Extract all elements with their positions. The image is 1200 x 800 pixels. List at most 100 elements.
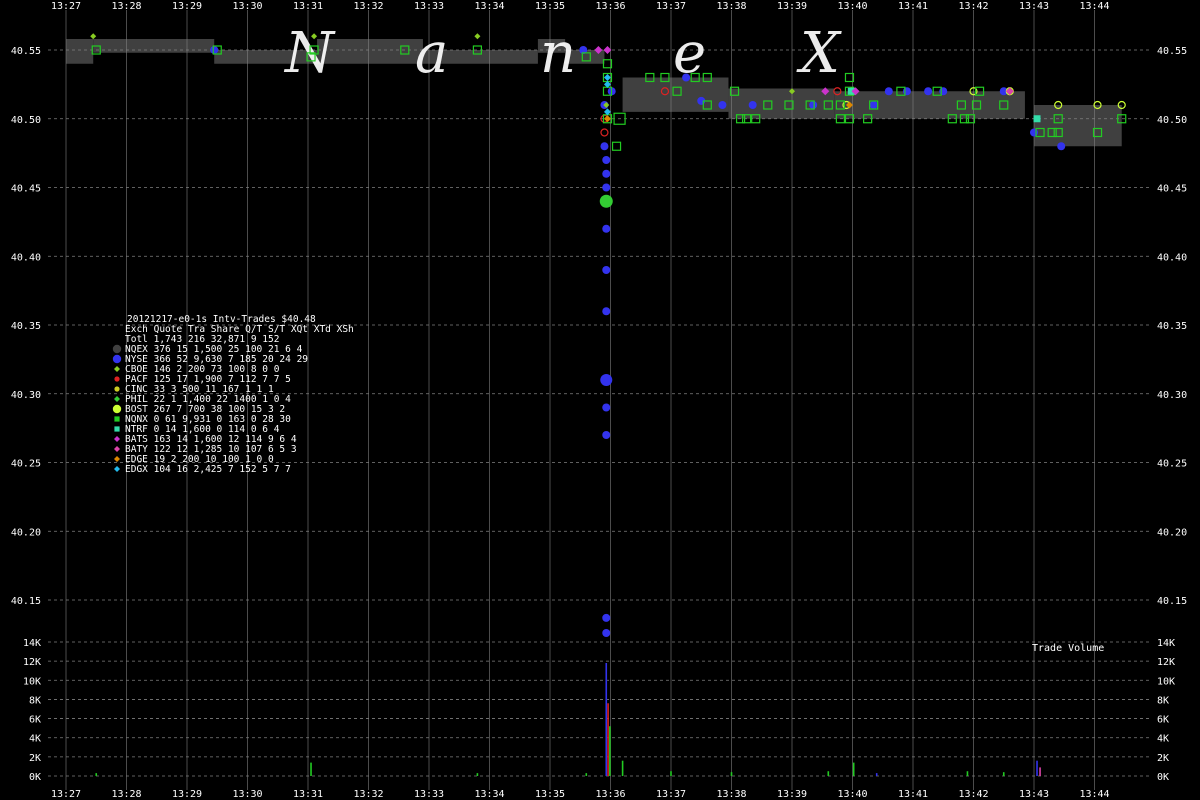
trade-point-nyse — [809, 101, 818, 109]
time-tick-label-bottom: 13:28 — [111, 789, 141, 800]
trade-point-nyse — [718, 101, 727, 109]
time-tick-label-top: 13:31 — [293, 1, 323, 12]
time-tick-label-bottom: 13:42 — [958, 789, 988, 800]
time-tick-label-top: 13:29 — [172, 1, 202, 12]
time-tick-label-bottom: 13:41 — [898, 789, 928, 800]
legend-marker — [114, 436, 120, 442]
trade-point-nyse — [1030, 128, 1038, 137]
time-tick-label-top: 13:40 — [837, 1, 867, 12]
trade-point-nyse — [602, 307, 611, 316]
time-tick-label-bottom: 13:40 — [837, 789, 867, 800]
legend-marker — [114, 396, 120, 402]
trade-point-phil — [599, 194, 613, 208]
trade-point-nyse — [602, 169, 611, 178]
price-tick-label-right: 40.40 — [1157, 252, 1187, 263]
price-tick-label-right: 40.45 — [1157, 184, 1187, 195]
time-tick-label-top: 13:39 — [777, 1, 807, 12]
nbbo-bands — [66, 39, 1122, 147]
trade-point-nyse — [924, 87, 933, 96]
price-tick-label-left: 40.50 — [11, 115, 41, 126]
price-tick-label-right: 40.55 — [1157, 46, 1187, 57]
time-tick-label-bottom: 13:43 — [1019, 789, 1049, 800]
time-tick-label-bottom: 13:34 — [474, 789, 504, 800]
price-tick-label-left: 40.40 — [11, 252, 41, 263]
nbbo-band — [1034, 105, 1122, 147]
time-tick-label-bottom: 13:31 — [293, 789, 323, 800]
volume-tick-label-right: 2K — [1157, 753, 1169, 764]
trade-point-nyse — [602, 266, 611, 274]
price-tick-label-right: 40.30 — [1157, 390, 1187, 401]
time-tick-label-bottom: 13:27 — [51, 789, 81, 800]
volume-tick-label-left: 2K — [29, 753, 41, 764]
nbbo-band — [834, 91, 1025, 119]
trade-point-nyse — [884, 87, 893, 96]
watermark-letter: n — [540, 21, 576, 86]
price-tick-label-right: 40.25 — [1157, 459, 1187, 470]
trade-point-nyse — [902, 87, 911, 96]
legend-marker — [114, 386, 120, 392]
legend-marker — [114, 366, 120, 372]
time-tick-label-bottom: 13:37 — [656, 789, 686, 800]
legend-marker — [112, 344, 122, 354]
price-tick-label-right: 40.50 — [1157, 115, 1187, 126]
trade-point-edge — [603, 115, 611, 123]
price-tick-label-left: 40.15 — [11, 596, 41, 607]
time-tick-label-bottom: 13:39 — [777, 789, 807, 800]
trade-point-nyse — [869, 101, 878, 109]
volume-tick-label-right: 10K — [1157, 676, 1175, 687]
volume-tick-label-right: 6K — [1157, 715, 1169, 726]
trade-point-pacf — [600, 128, 609, 137]
time-tick-label-bottom: 13:30 — [232, 789, 262, 800]
price-tick-label-left: 40.45 — [11, 184, 41, 195]
price-tick-label-right: 40.15 — [1157, 596, 1187, 607]
time-tick-label-top: 13:44 — [1079, 1, 1109, 12]
trade-point-nyse — [602, 156, 611, 164]
trade-point-nyse — [682, 73, 691, 82]
legend-marker — [114, 426, 120, 432]
nbbo-band — [66, 39, 94, 64]
legend-marker — [114, 466, 120, 472]
volume-tick-label-left: 12K — [23, 657, 41, 668]
volume-tick-label-left: 8K — [29, 695, 41, 706]
trade-volume-label: Trade Volume — [1032, 643, 1104, 654]
volume-tick-label-right: 14K — [1157, 638, 1175, 649]
legend-marker — [114, 456, 120, 462]
trade-point-nyse — [600, 374, 613, 386]
trade-point-nyse — [602, 183, 611, 192]
trade-point-nyse — [602, 431, 611, 439]
trade-point-nyse — [748, 101, 757, 109]
time-tick-label-bottom: 13:36 — [595, 789, 625, 800]
trade-point-nyse — [602, 613, 611, 622]
legend-marker — [114, 376, 120, 382]
trade-point-nyse — [602, 403, 611, 412]
time-tick-label-top: 13:38 — [716, 1, 746, 12]
volume-tick-label-right: 8K — [1157, 695, 1169, 706]
price-tick-label-left: 40.35 — [11, 321, 41, 332]
time-tick-label-top: 13:41 — [898, 1, 928, 12]
price-tick-label-left: 40.25 — [11, 459, 41, 470]
time-tick-label-top: 13:43 — [1019, 1, 1049, 12]
trade-point-cboe — [474, 33, 481, 40]
time-tick-label-bottom: 13:33 — [414, 789, 444, 800]
price-tick-label-right: 40.20 — [1157, 527, 1187, 538]
trade-point-nyse — [602, 629, 611, 637]
price-tick-label-left: 40.55 — [11, 46, 41, 57]
time-tick-label-top: 13:32 — [353, 1, 383, 12]
trade-point-edgx — [603, 74, 611, 81]
nbbo-band — [93, 39, 215, 53]
time-tick-label-top: 13:30 — [232, 1, 262, 12]
trade-point-nyse — [602, 224, 611, 233]
legend-marker — [112, 354, 122, 364]
time-tick-label-top: 13:42 — [958, 1, 988, 12]
trade-point-nqnx — [611, 141, 622, 151]
price-tick-label-right: 40.35 — [1157, 321, 1187, 332]
trade-point-nyse — [1057, 142, 1066, 151]
time-tick-label-bottom: 13:38 — [716, 789, 746, 800]
volume-tick-label-left: 6K — [29, 715, 41, 726]
volume-tick-label-right: 0K — [1157, 772, 1169, 783]
volume-tick-label-left: 10K — [23, 676, 41, 687]
legend-marker — [114, 416, 120, 422]
watermark-letter: a — [415, 21, 448, 86]
volume-tick-label-left: 14K — [23, 638, 41, 649]
time-tick-label-top: 13:36 — [595, 1, 625, 12]
